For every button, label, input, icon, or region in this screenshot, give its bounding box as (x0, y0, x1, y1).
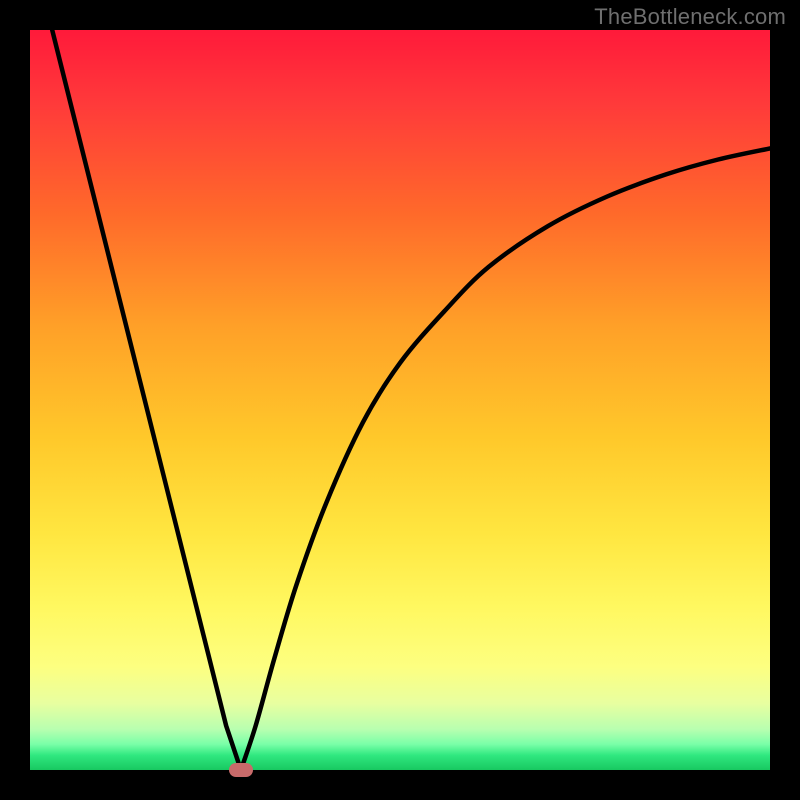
watermark-text: TheBottleneck.com (594, 4, 786, 30)
curve-right-branch (241, 148, 770, 770)
optimum-marker (229, 763, 253, 777)
curve-left-branch (52, 30, 241, 770)
plot-area (30, 30, 770, 770)
bottleneck-curve (30, 30, 770, 770)
outer-frame: TheBottleneck.com (0, 0, 800, 800)
